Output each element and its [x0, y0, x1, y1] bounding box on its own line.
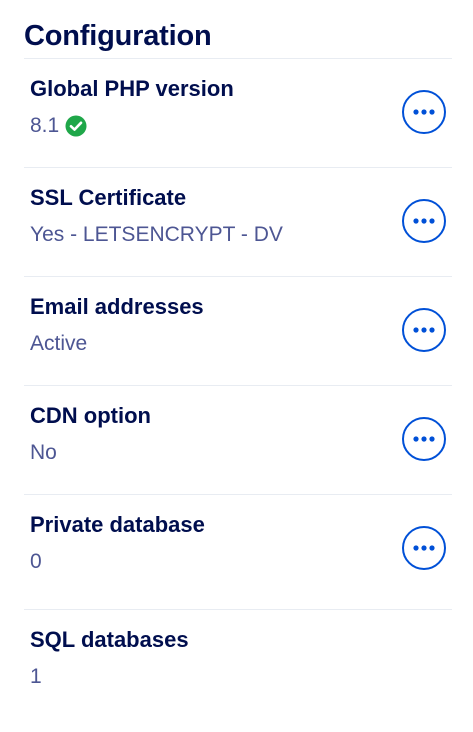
php-version-value: 8.1: [30, 114, 60, 137]
email-addresses-actions-button[interactable]: [402, 308, 446, 352]
ellipsis-icon: [413, 436, 435, 442]
check-circle-icon: [65, 115, 87, 137]
row-value: 8.1: [30, 113, 87, 139]
private-database-value: 0: [30, 550, 42, 573]
row-label: Private database: [30, 512, 205, 537]
php-version-actions-button[interactable]: [402, 90, 446, 134]
row-value: Yes - LETSENCRYPT - DV: [30, 222, 283, 248]
private-database-actions-button[interactable]: [402, 526, 446, 570]
row-cdn-option: CDN option No: [24, 386, 452, 495]
configuration-list: Global PHP version 8.1 SSL Certificate Y…: [24, 58, 452, 720]
configuration-panel: Configuration Global PHP version 8.1 SSL: [24, 0, 452, 720]
ellipsis-icon: [413, 218, 435, 224]
section-title: Configuration: [24, 20, 212, 52]
ellipsis-icon: [413, 327, 435, 333]
cdn-option-actions-button[interactable]: [402, 417, 446, 461]
row-value: Active: [30, 331, 87, 357]
row-private-database: Private database 0: [24, 495, 452, 610]
cdn-option-value: No: [30, 441, 57, 464]
row-value: 1: [30, 664, 42, 690]
row-global-php-version: Global PHP version 8.1: [24, 59, 452, 168]
row-value: No: [30, 440, 57, 466]
row-label: SSL Certificate: [30, 185, 187, 210]
row-label: Global PHP version: [30, 76, 234, 101]
sql-databases-value: 1: [30, 665, 42, 688]
row-email-addresses: Email addresses Active: [24, 277, 452, 386]
row-value: 0: [30, 549, 42, 575]
ssl-certificate-actions-button[interactable]: [402, 199, 446, 243]
row-sql-databases: SQL databases 1: [24, 610, 452, 720]
ellipsis-icon: [413, 109, 435, 115]
row-label: Email addresses: [30, 294, 204, 319]
row-label: CDN option: [30, 403, 151, 428]
row-label: SQL databases: [30, 627, 189, 652]
ssl-certificate-value: Yes - LETSENCRYPT - DV: [30, 223, 283, 246]
email-addresses-value: Active: [30, 332, 88, 355]
ellipsis-icon: [413, 545, 435, 551]
row-ssl-certificate: SSL Certificate Yes - LETSENCRYPT - DV: [24, 168, 452, 277]
